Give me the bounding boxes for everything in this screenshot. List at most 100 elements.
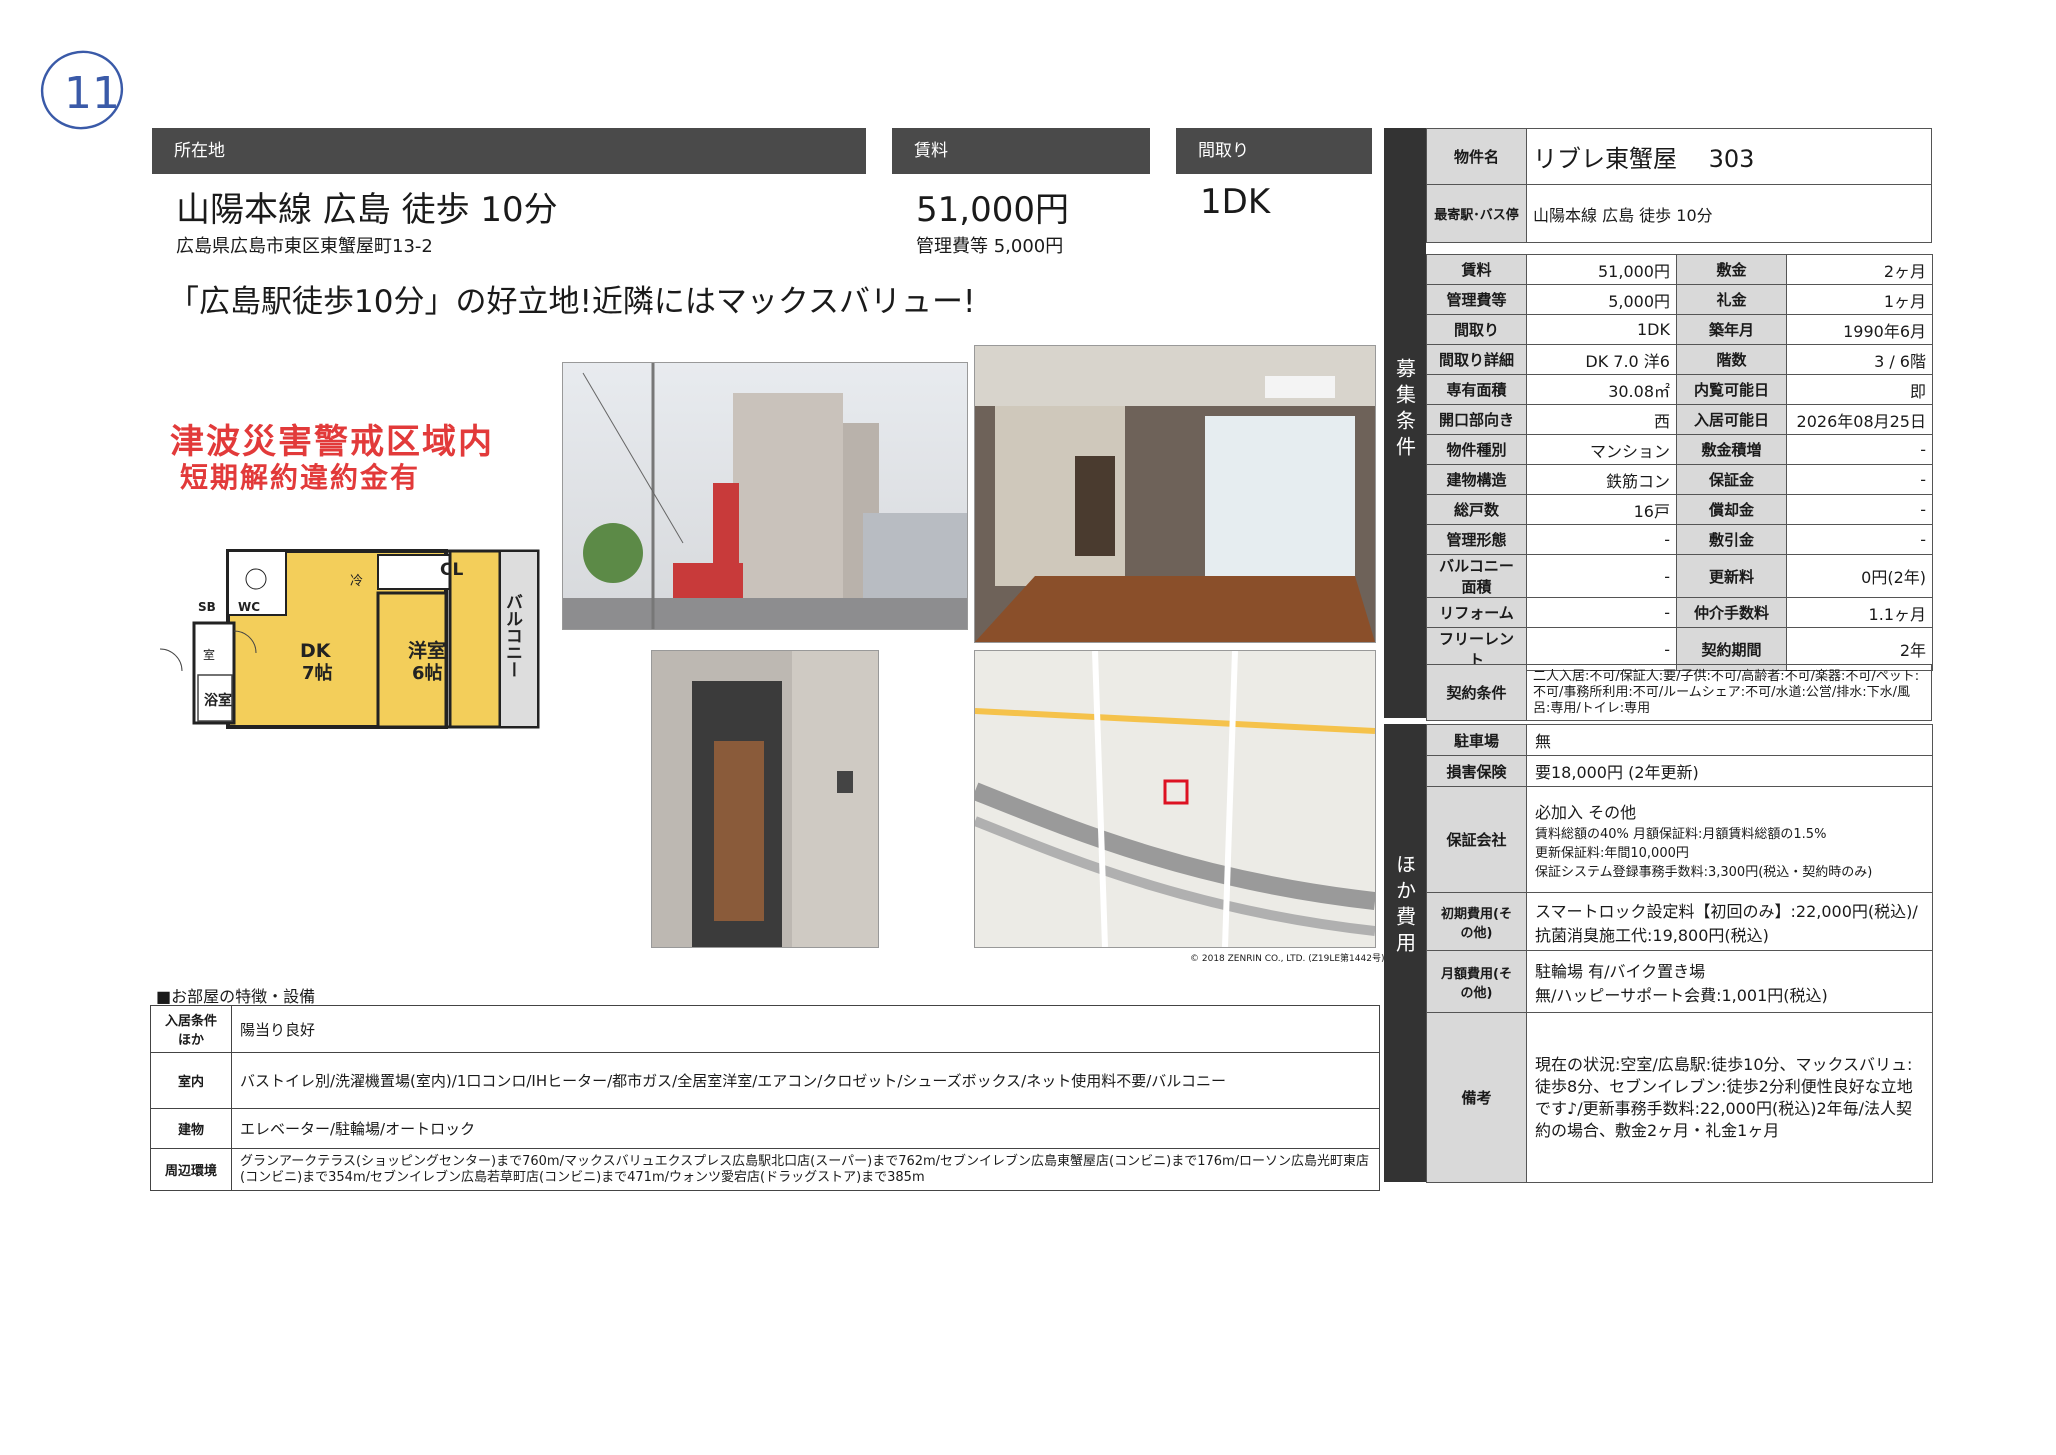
spec-value: 1ヶ月: [1786, 284, 1933, 315]
spec-row: 管理形態 - 敷引金 -: [1426, 524, 1933, 555]
spec-label: 償却金: [1676, 494, 1787, 525]
spec-row: 物件種別 マンション 敷金積増 -: [1426, 434, 1933, 465]
spec-label: リフォーム: [1426, 597, 1527, 628]
guarantee-value: 必加入 その他 賃料総額の40% 月額保証料:月額賃料総額の1.5% 更新保証料…: [1526, 786, 1933, 893]
svg-text:浴室: 浴室: [204, 692, 232, 709]
svg-text:6帖: 6帖: [412, 662, 443, 684]
feature-value: エレベーター/駐輪場/オートロック: [231, 1108, 1380, 1149]
handwritten-page-mark: 11: [38, 48, 128, 138]
spec-label: 内覧可能日: [1676, 374, 1787, 405]
monthly-cost-label: 月額費用(その他): [1426, 950, 1527, 1013]
spec-value: 16戸: [1526, 494, 1677, 525]
feature-label: 周辺環境: [150, 1148, 232, 1191]
svg-text:WC: WC: [238, 600, 260, 614]
spec-value: DK 7.0 洋6: [1526, 344, 1677, 375]
spec-label: 管理形態: [1426, 524, 1527, 555]
features-title: ■お部屋の特徴・設備: [156, 987, 316, 1006]
feature-row: 入居条件ほか 陽当り良好: [150, 1005, 1380, 1053]
svg-text:CL: CL: [440, 560, 463, 580]
spec-row: 専有面積 30.08㎡ 内覧可能日即: [1426, 374, 1933, 405]
spec-value: 1990年6月: [1786, 314, 1933, 345]
guarantee-label: 保証会社: [1426, 786, 1527, 893]
spec-value: -: [1526, 597, 1677, 628]
feature-row: 周辺環境 グランアークテラス(ショッピングセンター)まで760m/マックスバリュ…: [150, 1148, 1380, 1191]
spec-label: 築年月: [1676, 314, 1787, 345]
property-name-label: 物件名: [1426, 128, 1527, 185]
svg-text:バルコニー: バルコニー: [502, 593, 523, 678]
feature-row: 建物 エレベーター/駐輪場/オートロック: [150, 1108, 1380, 1149]
features-table: 入居条件ほか 陽当り良好 室内 バストイレ別/洗濯機置場(室内)/1口コンロ/I…: [150, 1005, 1380, 1191]
spec-row: 総戸数 16戸 償却金 -: [1426, 494, 1933, 525]
feature-label: 室内: [150, 1052, 232, 1109]
property-name: リブレ東蟹屋 303: [1526, 128, 1932, 185]
spec-label: 保証金: [1676, 464, 1787, 495]
initial-cost-label: 初期費用(その他): [1426, 892, 1527, 951]
spec-label: 開口部向き: [1426, 404, 1527, 435]
feature-row: 室内 バストイレ別/洗濯機置場(室内)/1口コンロ/IHヒーター/都市ガス/全居…: [150, 1052, 1380, 1109]
spec-value: マンション: [1526, 434, 1677, 465]
feature-value: バストイレ別/洗濯機置場(室内)/1口コンロ/IHヒーター/都市ガス/全居室洋室…: [231, 1052, 1380, 1109]
spec-value: 51,000円: [1526, 254, 1677, 285]
svg-text:洋室: 洋室: [408, 639, 446, 662]
floorplan: CL WC SB 冷 室 浴室 DK 7帖 洋室 6帖 バルコニー: [159, 545, 550, 735]
spec-value: 2026年08月25日: [1786, 404, 1933, 435]
parking-value: 無: [1526, 724, 1933, 756]
svg-text:7帖: 7帖: [302, 662, 333, 684]
entrance-photo: [651, 650, 879, 948]
spec-table: 賃料 51,000円 敷金 2ヶ月 管理費等 5,000円 礼金 1ヶ月 間取り 1DK 築年月 19…: [1426, 254, 1933, 671]
spec-value: 2ヶ月: [1786, 254, 1933, 285]
spec-label: 管理費等: [1426, 284, 1527, 315]
svg-text:SB: SB: [198, 600, 216, 614]
spec-value: 3 / 6階: [1786, 344, 1933, 375]
spec-value: -: [1526, 524, 1677, 555]
svg-text:DK: DK: [300, 640, 332, 662]
spec-row: リフォーム - 仲介手数料 1.1ヶ月: [1426, 597, 1933, 628]
property-name-row: 物件名 リブレ東蟹屋 303 最寄駅･バス停 山陽本線 広島 徒歩 10分: [1426, 128, 1932, 243]
spec-label: 間取り: [1426, 314, 1527, 345]
spec-label: 敷金: [1676, 254, 1787, 285]
building-exterior-photo: [562, 362, 968, 630]
spec-row: バルコニー面積 - 更新料 0円(2年): [1426, 554, 1933, 598]
area-map: [974, 650, 1376, 948]
parking-label: 駐車場: [1426, 724, 1527, 756]
contract-label: 契約条件: [1426, 664, 1527, 721]
svg-text:冷: 冷: [350, 574, 363, 589]
insurance-value: 要18,000円 (2年更新): [1526, 755, 1933, 787]
spec-value: 即: [1786, 374, 1933, 405]
station: 山陽本線 広島 徒歩 10分: [1526, 184, 1932, 243]
spec-label: 物件種別: [1426, 434, 1527, 465]
spec-label: 建物構造: [1426, 464, 1527, 495]
spec-value: 1.1ヶ月: [1786, 597, 1933, 628]
station-label: 最寄駅･バス停: [1426, 184, 1527, 243]
spec-row: 間取り詳細 DK 7.0 洋6 階数 3 / 6階: [1426, 344, 1933, 375]
svg-text:室: 室: [203, 647, 215, 662]
spec-row: 開口部向き西入居可能日 2026年08月25日: [1426, 404, 1933, 435]
spec-label: 更新料: [1676, 554, 1787, 598]
layout-value: 1DK: [1200, 182, 1271, 222]
spec-label: バルコニー面積: [1426, 554, 1527, 598]
svg-text:11: 11: [64, 68, 120, 119]
spec-row: 間取り 1DK 築年月 1990年6月: [1426, 314, 1933, 345]
monthly-cost-value: 駐輪場 有/バイク置き場 無/ハッピーサポート会費:1,001円(税込): [1526, 950, 1933, 1013]
spec-label: 仲介手数料: [1676, 597, 1787, 628]
layout-header: 間取り: [1176, 128, 1372, 174]
rent-value: 51,000円: [916, 190, 1069, 230]
spec-label: 専有面積: [1426, 374, 1527, 405]
spec-value: -: [1786, 434, 1933, 465]
tagline: 「広島駅徒歩10分」の好立地!近隣にはマックスバリュー!: [168, 284, 976, 320]
initial-cost-value: スマートロック設定料【初回のみ】:22,000円(税込)/抗菌消臭施工代:19,…: [1526, 892, 1933, 951]
contract-row: 契約条件 二人入居:不可/保証人:要/子供:不可/高齢者:不可/楽器:不可/ペッ…: [1426, 664, 1932, 721]
insurance-label: 損害保険: [1426, 755, 1527, 787]
feature-label: 入居条件ほか: [150, 1005, 232, 1053]
address: 広島県広島市東区東蟹屋町13-2: [176, 236, 433, 257]
spec-value: 1DK: [1526, 314, 1677, 345]
remarks-label: 備考: [1426, 1012, 1527, 1183]
recruitment-conditions-label: 募集条件: [1384, 128, 1426, 718]
spec-value: 西: [1526, 404, 1677, 435]
spec-value: 0円(2年): [1786, 554, 1933, 598]
spec-value: -: [1786, 524, 1933, 555]
spec-label: 間取り詳細: [1426, 344, 1527, 375]
feature-value: グランアークテラス(ショッピングセンター)まで760m/マックスバリュエクスプレ…: [231, 1148, 1380, 1191]
spec-value: -: [1786, 464, 1933, 495]
spec-row: 賃料 51,000円 敷金 2ヶ月: [1426, 254, 1933, 285]
